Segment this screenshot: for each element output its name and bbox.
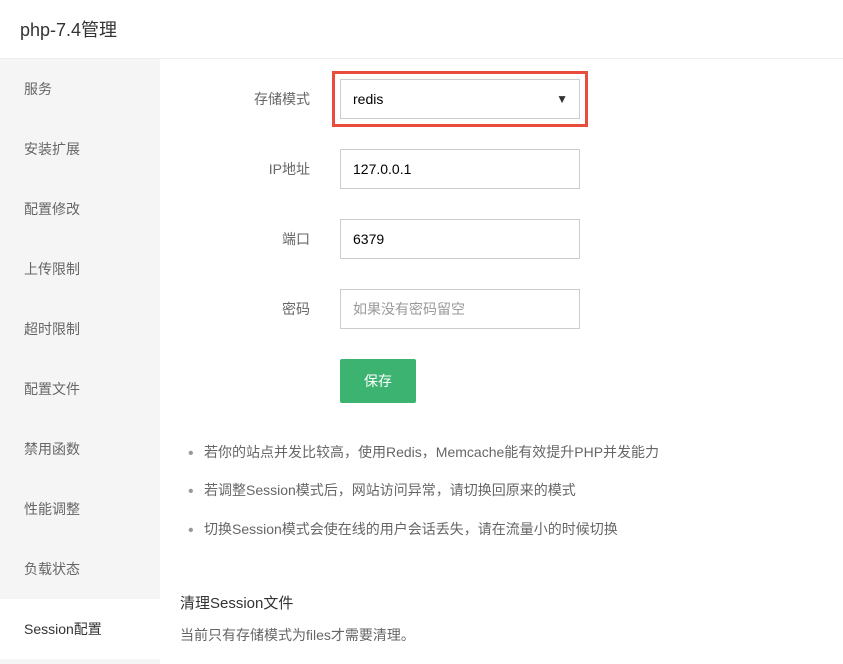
sidebar-item-service[interactable]: 服务 bbox=[0, 59, 160, 119]
storage-mode-wrap: redis ▼ bbox=[340, 79, 580, 119]
main-container: 服务 安装扩展 配置修改 上传限制 超时限制 配置文件 禁用函数 性能调整 负载… bbox=[0, 59, 843, 664]
note-item: 若你的站点并发比较高，使用Redis，Memcache能有效提升PHP并发能力 bbox=[180, 433, 823, 471]
ip-label: IP地址 bbox=[160, 159, 340, 179]
port-input[interactable] bbox=[340, 219, 580, 259]
storage-mode-select[interactable]: redis bbox=[340, 79, 580, 119]
ip-wrap bbox=[340, 149, 580, 189]
sidebar-item-config-file[interactable]: 配置文件 bbox=[0, 359, 160, 419]
form-row-save: 保存 bbox=[160, 359, 843, 403]
page-title: php-7.4管理 bbox=[20, 20, 117, 40]
port-label: 端口 bbox=[160, 229, 340, 249]
sidebar-item-label: 性能调整 bbox=[24, 501, 80, 517]
port-wrap bbox=[340, 219, 580, 259]
sidebar-item-session-config[interactable]: Session配置 bbox=[0, 599, 160, 659]
clear-session-desc: 当前只有存储模式为files才需要清理。 bbox=[160, 625, 843, 664]
password-input[interactable] bbox=[340, 289, 580, 329]
sidebar-item-load-status[interactable]: 负载状态 bbox=[0, 539, 160, 599]
sidebar-item-config-modify[interactable]: 配置修改 bbox=[0, 179, 160, 239]
sidebar-item-label: 配置修改 bbox=[24, 201, 80, 217]
clear-session-title: 清理Session文件 bbox=[160, 568, 843, 625]
note-item: 若调整Session模式后，网站访问异常，请切换回原来的模式 bbox=[180, 471, 823, 509]
sidebar-item-install-ext[interactable]: 安装扩展 bbox=[0, 119, 160, 179]
page-header: php-7.4管理 bbox=[0, 0, 843, 59]
sidebar-item-disable-func[interactable]: 禁用函数 bbox=[0, 419, 160, 479]
form-row-ip: IP地址 bbox=[160, 149, 843, 189]
save-wrap: 保存 bbox=[340, 359, 416, 403]
ip-input[interactable] bbox=[340, 149, 580, 189]
sidebar-item-label: Session配置 bbox=[24, 621, 102, 637]
select-wrapper: redis ▼ bbox=[340, 79, 580, 119]
password-label: 密码 bbox=[160, 299, 340, 319]
form-row-storage-mode: 存储模式 redis ▼ bbox=[160, 79, 843, 119]
sidebar-item-label: 服务 bbox=[24, 81, 52, 97]
sidebar-item-label: 禁用函数 bbox=[24, 441, 80, 457]
notes-section: 若你的站点并发比较高，使用Redis，Memcache能有效提升PHP并发能力 … bbox=[160, 433, 843, 568]
sidebar-item-label: 安装扩展 bbox=[24, 141, 80, 157]
sidebar-item-performance[interactable]: 性能调整 bbox=[0, 479, 160, 539]
sidebar-item-timeout-limit[interactable]: 超时限制 bbox=[0, 299, 160, 359]
note-item: 切换Session模式会使在线的用户会话丢失，请在流量小的时候切换 bbox=[180, 510, 823, 548]
sidebar: 服务 安装扩展 配置修改 上传限制 超时限制 配置文件 禁用函数 性能调整 负载… bbox=[0, 59, 160, 664]
sidebar-item-label: 负载状态 bbox=[24, 561, 80, 577]
sidebar-item-label: 超时限制 bbox=[24, 321, 80, 337]
content-panel: 存储模式 redis ▼ IP地址 端口 bbox=[160, 59, 843, 664]
password-wrap bbox=[340, 289, 580, 329]
sidebar-item-upload-limit[interactable]: 上传限制 bbox=[0, 239, 160, 299]
sidebar-item-label: 配置文件 bbox=[24, 381, 80, 397]
form-row-port: 端口 bbox=[160, 219, 843, 259]
save-button[interactable]: 保存 bbox=[340, 359, 416, 403]
storage-mode-label: 存储模式 bbox=[160, 89, 340, 109]
sidebar-item-label: 上传限制 bbox=[24, 261, 80, 277]
form-row-password: 密码 bbox=[160, 289, 843, 329]
